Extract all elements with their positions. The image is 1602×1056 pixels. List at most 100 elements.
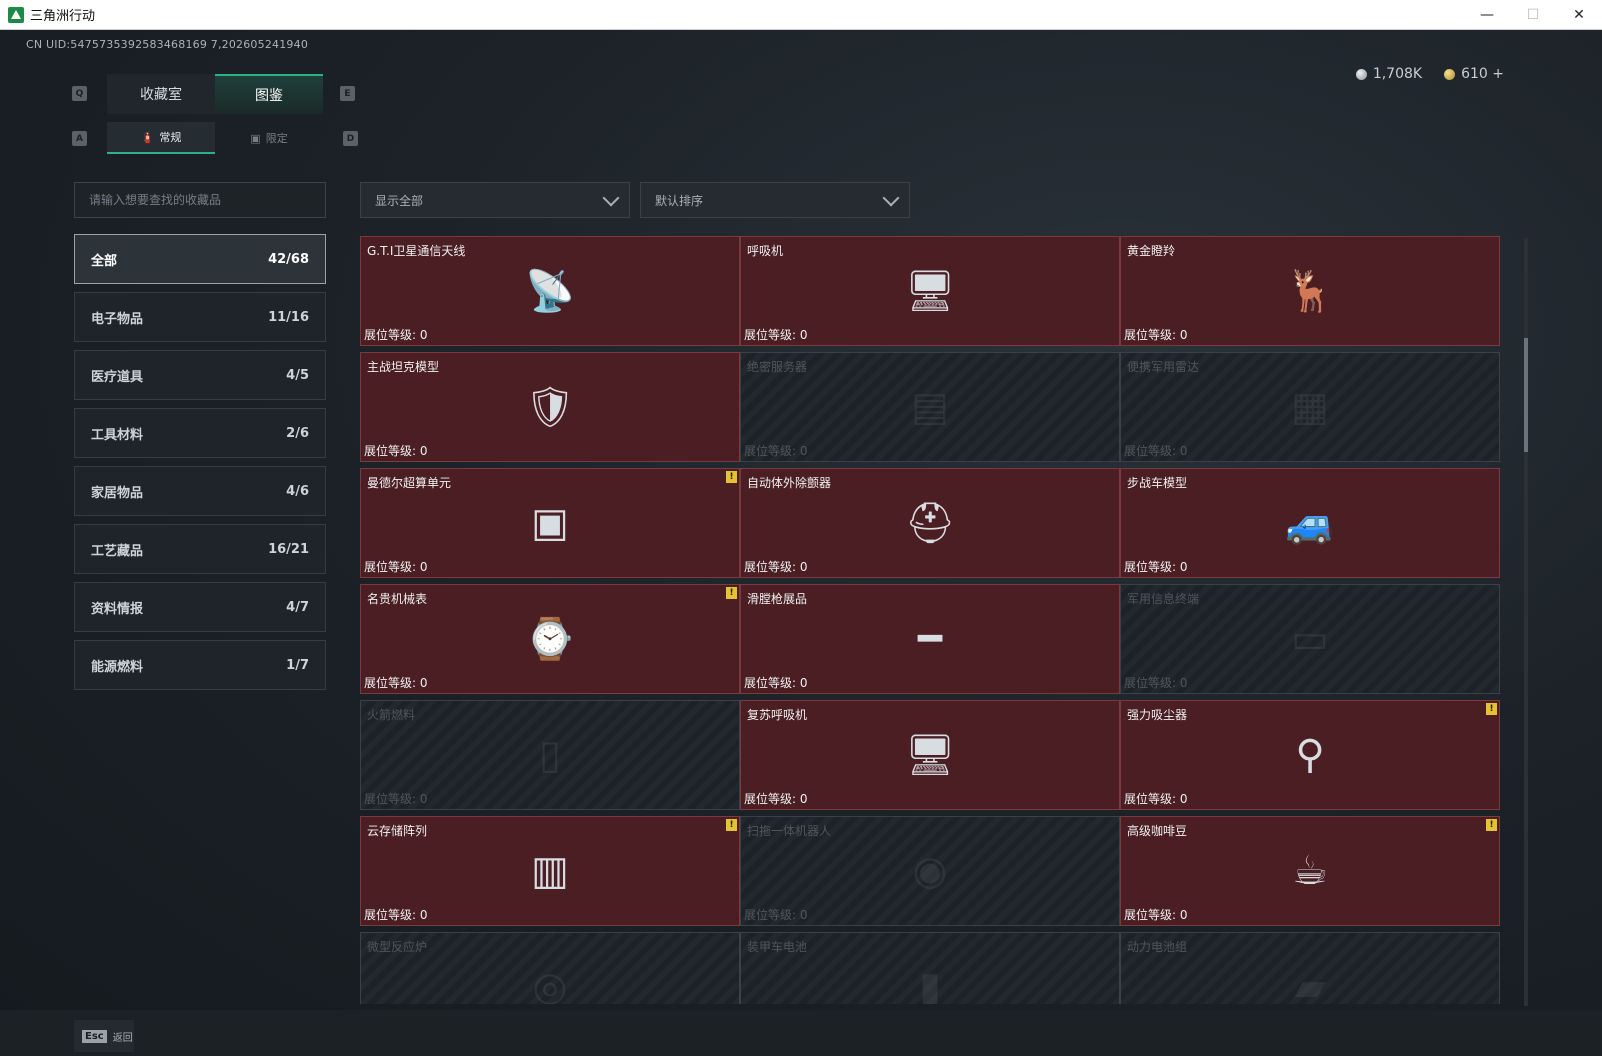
collection-card[interactable]: G.T.I卫星通信天线 📡 展位等级: 0 bbox=[360, 236, 740, 346]
picture-icon: ▣ bbox=[250, 131, 261, 145]
collection-card[interactable]: 动力电池组▰展位等级: 0 bbox=[1120, 932, 1500, 1004]
collection-card[interactable]: 主战坦克模型 🛡 展位等级: 0 bbox=[360, 352, 740, 462]
category-item[interactable]: 工艺藏品 16/21 bbox=[74, 524, 326, 574]
game-viewport: CN UID:5475735392583468169 7,20260524194… bbox=[0, 30, 1602, 1056]
collection-card[interactable]: 云存储阵列 ▥ 展位等级: 0! bbox=[360, 816, 740, 926]
item-level: 展位等级: 0 bbox=[1124, 792, 1188, 806]
tab-codex[interactable]: 图鉴 bbox=[215, 74, 323, 114]
storage-array-icon: ▥ bbox=[531, 848, 569, 894]
uid-label: CN UID:5475735392583468169 7,20260524194… bbox=[26, 38, 309, 51]
collection-card[interactable]: 绝密服务器 ▤ 展位等级: 0 bbox=[740, 352, 1120, 462]
category-item[interactable]: 能源燃料 1/7 bbox=[74, 640, 326, 690]
item-level: 展位等级: 0 bbox=[744, 908, 808, 922]
warning-icon: ! bbox=[726, 587, 737, 599]
item-name: 复苏呼吸机 bbox=[747, 708, 808, 722]
category-item[interactable]: 资料情报 4/7 bbox=[74, 582, 326, 632]
item-level: 展位等级: 0 bbox=[364, 792, 428, 806]
robot-vacuum-icon: ◉ bbox=[912, 848, 948, 894]
category-label: 电子物品 bbox=[91, 311, 144, 327]
collection-card[interactable]: 黄金瞪羚 🦌 展位等级: 0 bbox=[1120, 236, 1500, 346]
item-name: 动力电池组 bbox=[1127, 940, 1188, 954]
warning-icon: ! bbox=[726, 471, 737, 483]
esc-key-badge: Esc bbox=[82, 1029, 107, 1043]
collection-card[interactable]: 火箭燃料 ▯ 展位等级: 0 bbox=[360, 700, 740, 810]
item-name: G.T.I卫星通信天线 bbox=[367, 244, 466, 258]
collection-card[interactable]: 微型反应炉◎展位等级: 0 bbox=[360, 932, 740, 1004]
item-name: 曼德尔超算单元 bbox=[367, 476, 452, 490]
collection-card[interactable]: 装甲车电池▮展位等级: 0 bbox=[740, 932, 1120, 1004]
footer-bar bbox=[0, 1010, 1602, 1056]
window-title: 三角洲行动 bbox=[30, 9, 96, 24]
tab-regular[interactable]: 🧯 常规 bbox=[107, 122, 215, 154]
category-count: 4/6 bbox=[286, 483, 309, 499]
category-label: 全部 bbox=[91, 253, 118, 269]
collection-card[interactable]: 呼吸机 🖥 展位等级: 0 bbox=[740, 236, 1120, 346]
battery-icon: ▮ bbox=[918, 964, 942, 1004]
collection-card[interactable]: 滑膛枪展品 ━ 展位等级: 0 bbox=[740, 584, 1120, 694]
minimize-button[interactable]: — bbox=[1464, 0, 1510, 30]
collection-card[interactable]: 复苏呼吸机 🖥 展位等级: 0 bbox=[740, 700, 1120, 810]
key-hint-e: E bbox=[340, 86, 355, 101]
category-item[interactable]: 工具材料 2/6 bbox=[74, 408, 326, 458]
category-item[interactable]: 医疗道具 4/5 bbox=[74, 350, 326, 400]
item-name: 呼吸机 bbox=[747, 244, 784, 258]
category-count: 11/16 bbox=[268, 309, 309, 325]
category-label: 工艺藏品 bbox=[91, 543, 144, 559]
item-name: 主战坦克模型 bbox=[367, 360, 440, 374]
sort-dropdown-value: 默认排序 bbox=[655, 193, 704, 208]
collection-card[interactable]: 扫拖一体机器人 ◉ 展位等级: 0 bbox=[740, 816, 1120, 926]
collection-card[interactable]: 强力吸尘器 ⚲ 展位等级: 0! bbox=[1120, 700, 1500, 810]
tab-limited[interactable]: ▣ 限定 bbox=[215, 122, 323, 154]
close-button[interactable]: ✕ bbox=[1556, 0, 1602, 30]
item-name: 扫拖一体机器人 bbox=[747, 824, 832, 838]
vacuum-icon: ⚲ bbox=[1295, 732, 1325, 778]
item-name: 绝密服务器 bbox=[747, 360, 808, 374]
item-level: 展位等级: 0 bbox=[1124, 676, 1188, 690]
item-name: 便携军用雷达 bbox=[1127, 360, 1200, 374]
top-tabs: 收藏室 图鉴 bbox=[107, 74, 323, 114]
tab-regular-label: 常规 bbox=[159, 131, 182, 144]
category-item[interactable]: 家居物品 4/6 bbox=[74, 466, 326, 516]
grid-scrollbar[interactable] bbox=[1524, 238, 1528, 1006]
category-label: 家居物品 bbox=[91, 485, 144, 501]
item-name: 装甲车电池 bbox=[747, 940, 808, 954]
category-list: 全部 42/68 电子物品 11/16 医疗道具 4/5 工具材料 2/6 家居物品 4/6 工艺藏… bbox=[74, 234, 326, 698]
maximize-button[interactable]: ☐ bbox=[1510, 0, 1556, 30]
sort-dropdown[interactable]: 默认排序 bbox=[640, 182, 910, 218]
search-input[interactable] bbox=[75, 183, 325, 217]
item-level: 展位等级: 0 bbox=[744, 444, 808, 458]
item-name: 军用信息终端 bbox=[1127, 592, 1200, 606]
app-logo-icon bbox=[8, 6, 24, 23]
back-button[interactable]: Esc 返回 bbox=[74, 1020, 134, 1052]
tab-collection-room[interactable]: 收藏室 bbox=[107, 74, 215, 114]
item-level: 展位等级: 0 bbox=[364, 676, 428, 690]
collection-card[interactable]: 高级咖啡豆 ☕ 展位等级: 0! bbox=[1120, 816, 1500, 926]
golden-gazelle-icon: 🦌 bbox=[1285, 268, 1335, 315]
item-name: 微型反应炉 bbox=[367, 940, 428, 954]
coffee-beans-icon: ☕ bbox=[1292, 848, 1328, 894]
category-item[interactable]: 电子物品 11/16 bbox=[74, 292, 326, 342]
collection-card[interactable]: 自动体外除颤器 ⛑ 展位等级: 0 bbox=[740, 468, 1120, 578]
resuscitator-icon: 🖥 bbox=[904, 732, 956, 779]
category-count: 42/68 bbox=[268, 251, 309, 267]
collection-card[interactable]: 名贵机械表 ⌚ 展位等级: 0! bbox=[360, 584, 740, 694]
collection-card[interactable]: 便携军用雷达 ▦ 展位等级: 0 bbox=[1120, 352, 1500, 462]
collection-card[interactable]: 步战车模型 🚙 展位等级: 0 bbox=[1120, 468, 1500, 578]
filter-dropdown[interactable]: 显示全部 bbox=[360, 182, 630, 218]
item-level: 展位等级: 0 bbox=[744, 328, 808, 342]
item-level: 展位等级: 0 bbox=[1124, 908, 1188, 922]
collection-card[interactable]: 曼德尔超算单元 ▣ 展位等级: 0! bbox=[360, 468, 740, 578]
reactor-icon: ◎ bbox=[532, 964, 568, 1004]
server-icon: ▤ bbox=[911, 384, 949, 430]
silver-coin-icon bbox=[1355, 68, 1367, 80]
item-level: 展位等级: 0 bbox=[1124, 328, 1188, 342]
radar-icon: ▦ bbox=[1291, 384, 1329, 430]
watch-icon: ⌚ bbox=[525, 616, 575, 663]
scrollbar-thumb[interactable] bbox=[1524, 338, 1528, 452]
warning-icon: ! bbox=[726, 819, 737, 831]
category-count: 4/7 bbox=[286, 599, 309, 615]
gold-currency[interactable]: 610 + bbox=[1444, 66, 1504, 82]
category-item[interactable]: 全部 42/68 bbox=[74, 234, 326, 284]
collection-card[interactable]: 军用信息终端 ▭ 展位等级: 0 bbox=[1120, 584, 1500, 694]
category-count: 1/7 bbox=[286, 657, 309, 673]
